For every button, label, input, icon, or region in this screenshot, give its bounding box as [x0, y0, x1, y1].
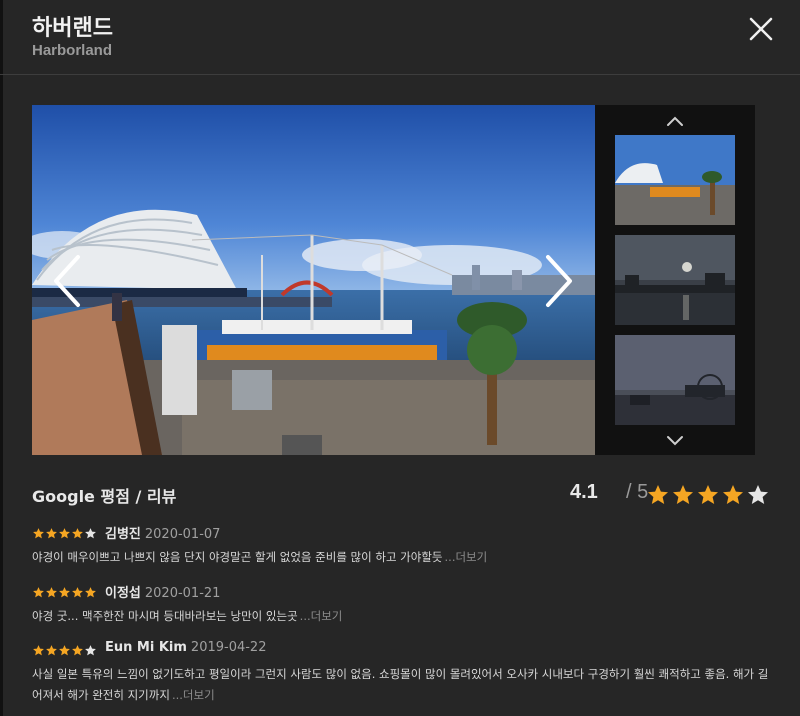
- star-filled-icon: [72, 528, 83, 539]
- read-more-link[interactable]: ...더보기: [445, 550, 488, 564]
- thumbnail-2[interactable]: [615, 235, 735, 325]
- main-photo: [32, 105, 595, 455]
- review-item: 이정섭 2020-01-21 야경 굿... 맥주한잔 마시며 등대바라보는 낭만…: [32, 582, 772, 627]
- rating-max: / 5: [626, 481, 648, 504]
- thumbnail-harbor-dusk: [615, 235, 735, 325]
- review-author-name: 김병진: [105, 527, 141, 542]
- star-empty-icon: [85, 528, 96, 539]
- review-author-name: Eun Mi Kim: [105, 640, 187, 655]
- rating-separator: /: [626, 481, 632, 503]
- thumbnail-strip: [595, 105, 755, 455]
- review-date: 2020-01-07: [144, 527, 221, 542]
- review-author: 이정섭 2020-01-21: [105, 582, 220, 601]
- star-filled-icon: [723, 485, 743, 504]
- review-text: 야경이 매우이쁘고 나쁘지 않음 단지 야경말곤 할게 없었음 준비를 많이 하…: [32, 547, 772, 568]
- thumbnail-harbor-day: [615, 135, 735, 225]
- star-filled-icon: [72, 645, 83, 656]
- read-more-link[interactable]: ...더보기: [172, 688, 215, 702]
- star-filled-icon: [673, 485, 693, 504]
- star-filled-icon: [59, 645, 70, 656]
- review-stars: [32, 584, 97, 603]
- header: 하버랜드 Harborland: [0, 0, 800, 75]
- review-date: 2019-04-22: [190, 640, 267, 655]
- thumbnail-harbor-evening: [615, 335, 735, 425]
- place-subtitle: Harborland: [32, 42, 113, 59]
- review-text: 사실 일본 특유의 느낌이 없기도하고 평일이라 그런지 사람도 많이 없음. …: [32, 664, 772, 706]
- star-filled-icon: [72, 587, 83, 598]
- read-more-link[interactable]: ...더보기: [300, 609, 343, 623]
- review-item: Eun Mi Kim 2019-04-22 사실 일본 특유의 느낌이 없기도하고…: [32, 640, 772, 706]
- review-date: 2020-01-21: [144, 586, 221, 601]
- review-body: 야경 굿... 맥주한잔 마시며 등대바라보는 낭만이 있는곳: [32, 609, 298, 623]
- place-title: 하버랜드: [32, 16, 113, 41]
- next-photo-button[interactable]: [542, 253, 576, 309]
- star-empty-icon: [748, 485, 768, 504]
- review-stars: [32, 642, 97, 661]
- harbor-photo: [32, 105, 595, 455]
- star-filled-icon: [46, 587, 57, 598]
- rating-summary: Google 평점 / 리뷰 4.1 / 5: [32, 481, 772, 509]
- close-icon: [749, 17, 773, 41]
- review-author: 김병진 2020-01-07: [105, 523, 220, 542]
- thumbnails-down-button[interactable]: [665, 433, 685, 447]
- chevron-down-icon: [667, 436, 683, 446]
- thumbnail-3[interactable]: [615, 335, 735, 425]
- review-stars: [32, 525, 97, 544]
- star-filled-icon: [85, 587, 96, 598]
- star-filled-icon: [698, 485, 718, 504]
- rating-stars: [646, 483, 771, 507]
- star-filled-icon: [46, 645, 57, 656]
- rating-title: Google 평점 / 리뷰: [32, 487, 177, 506]
- window-edge: [0, 0, 3, 716]
- star-filled-icon: [33, 645, 44, 656]
- star-empty-icon: [85, 645, 96, 656]
- chevron-up-icon: [667, 116, 683, 126]
- star-filled-icon: [59, 528, 70, 539]
- review-body: 야경이 매우이쁘고 나쁘지 않음 단지 야경말곤 할게 없었음 준비를 많이 하…: [32, 550, 443, 564]
- star-filled-icon: [33, 587, 44, 598]
- star-filled-icon: [33, 528, 44, 539]
- close-button[interactable]: [746, 14, 776, 44]
- review-item: 김병진 2020-01-07 야경이 매우이쁘고 나쁘지 않음 단지 야경말곤 할…: [32, 523, 772, 568]
- star-filled-icon: [648, 485, 668, 504]
- chevron-left-icon: [54, 255, 80, 307]
- review-text: 야경 굿... 맥주한잔 마시며 등대바라보는 낭만이 있는곳 ...더보기: [32, 606, 772, 627]
- star-filled-icon: [46, 528, 57, 539]
- thumbnail-1[interactable]: [615, 135, 735, 225]
- review-body: 사실 일본 특유의 느낌이 없기도하고 평일이라 그런지 사람도 많이 없음. …: [32, 667, 769, 702]
- star-filled-icon: [59, 587, 70, 598]
- review-author: Eun Mi Kim 2019-04-22: [105, 640, 266, 655]
- previous-photo-button[interactable]: [50, 253, 84, 309]
- chevron-right-icon: [546, 255, 572, 307]
- rating-score: 4.1: [570, 481, 598, 503]
- thumbnails-up-button[interactable]: [665, 113, 685, 127]
- review-author-name: 이정섭: [105, 586, 141, 601]
- photo-gallery: [32, 105, 755, 455]
